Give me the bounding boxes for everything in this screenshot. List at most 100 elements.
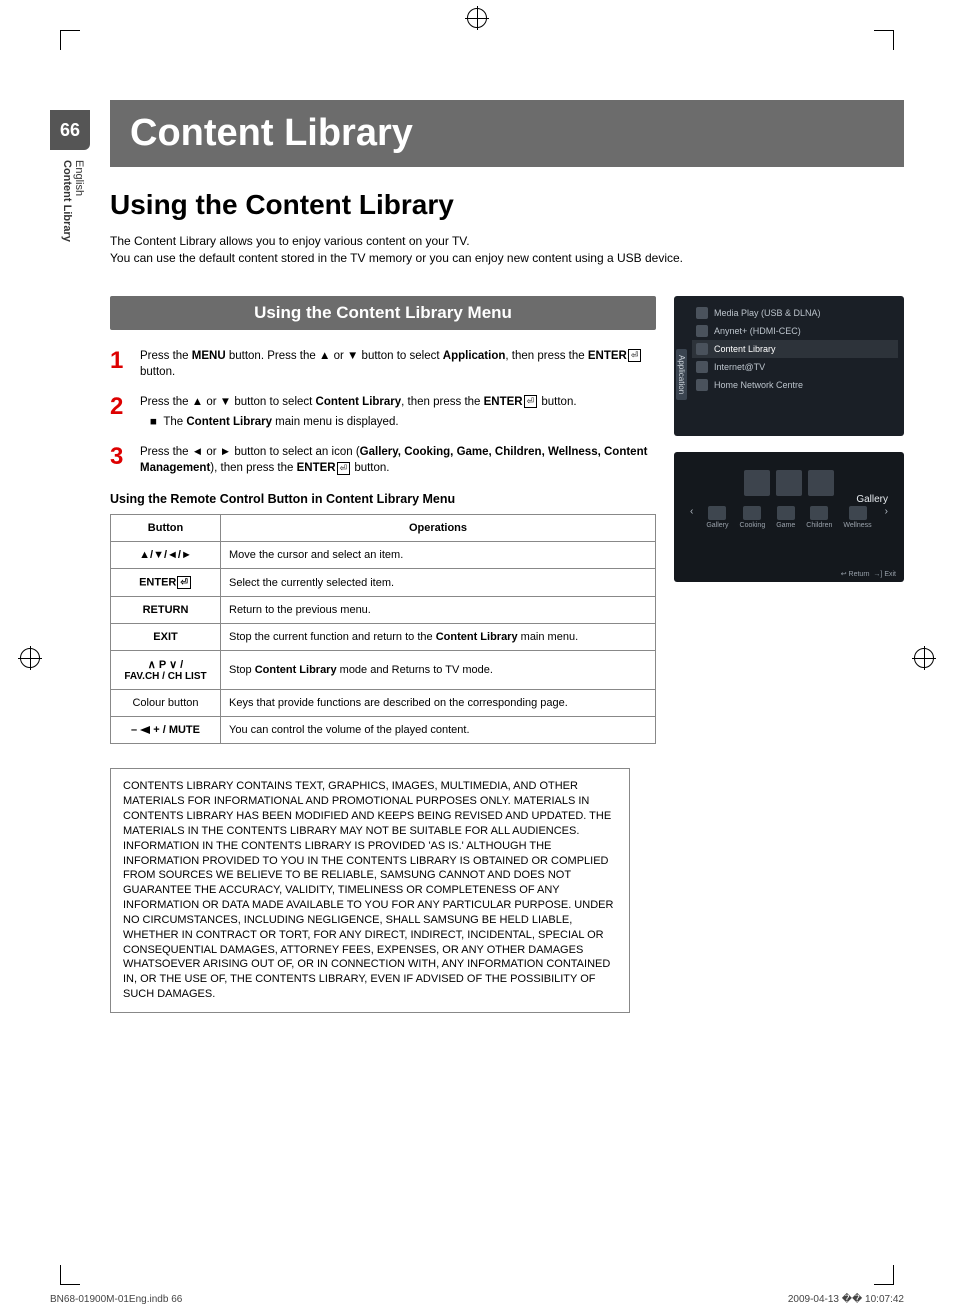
table-button-cell: ∧ P ∨ / FAV.CH / CH LIST [111, 651, 221, 690]
crop-mark-icon [60, 30, 61, 50]
side-section-label: Content Library [61, 160, 73, 242]
enter-icon: ⏎ [337, 462, 351, 475]
table-op-cell: Select the currently selected item. [221, 569, 656, 597]
step-text: button. [140, 366, 175, 378]
osd-menu-item: Home Network Centre [692, 376, 898, 394]
disclaimer-box: CONTENTS LIBRARY CONTAINS TEXT, GRAPHICS… [110, 768, 630, 1013]
mute-label: / MUTE [160, 724, 200, 736]
side-language-label: English [73, 160, 85, 224]
osd-category: Wellness [843, 506, 871, 529]
registration-mark-icon [20, 648, 40, 668]
intro-text: The Content Library allows you to enjoy … [110, 233, 904, 268]
table-op-cell: Keys that provide functions are describe… [221, 690, 656, 717]
osd-thumb [776, 470, 802, 496]
osd-footer: ↩ Return →] Exit [841, 570, 896, 578]
step-body: Press the MENU button. Press the ▲ or ▼ … [140, 344, 656, 380]
crop-mark-icon [60, 1265, 61, 1285]
step-bold: MENU [192, 350, 226, 362]
registration-mark-icon [467, 8, 487, 28]
step-number: 3 [110, 440, 130, 476]
step-text: The [163, 416, 186, 428]
menu-item-icon [696, 307, 708, 319]
category-icon [743, 506, 761, 520]
category-icon [708, 506, 726, 520]
favch-label: FAV.CH / CH LIST [119, 671, 212, 682]
table-op-cell: Stop Content Library mode and Returns to… [221, 651, 656, 690]
controls-table: Button Operations ▲/▼/◄/► Move the curso… [110, 514, 656, 744]
crop-mark-icon [893, 30, 894, 50]
step-number: 2 [110, 390, 130, 430]
step-sub-bullet: ■ The Content Library main menu is displ… [150, 414, 656, 430]
osd-thumb [808, 470, 834, 496]
osd-menu-item: Internet@TV [692, 358, 898, 376]
step-item: 1 Press the MENU button. Press the ▲ or … [110, 344, 656, 380]
step-item: 3 Press the ◄ or ► button to select an i… [110, 440, 656, 476]
chevron-left-icon: ‹ [688, 506, 695, 529]
table-button-cell: ENTER⏎ [111, 569, 221, 597]
section-heading: Using the Content Library [110, 189, 904, 221]
table-row: ENTER⏎ Select the currently selected ite… [111, 569, 656, 597]
table-row: ∧ P ∨ / FAV.CH / CH LIST Stop Content Li… [111, 651, 656, 690]
step-item: 2 Press the ▲ or ▼ button to select Cont… [110, 390, 656, 430]
osd-preview-row [682, 470, 896, 496]
volume-icon [140, 726, 150, 734]
vol-plus-label: + [150, 724, 159, 736]
osd-category: Cooking [740, 506, 766, 529]
osd-menu-item: Media Play (USB & DLNA) [692, 304, 898, 322]
table-header-cell: Button [111, 515, 221, 542]
osd-application-tab: Application [676, 349, 687, 400]
menu-item-icon [696, 379, 708, 391]
step-body: Press the ◄ or ► button to select an ico… [140, 440, 656, 476]
step-bold: ENTER [297, 462, 336, 474]
step-text: button. Press the ▲ or ▼ button to selec… [226, 350, 443, 362]
chapter-title-bar: Content Library [110, 100, 904, 167]
step-text: , then press the [401, 396, 483, 408]
step-bold: Content Library [316, 396, 402, 408]
table-button-cell: Colour button [111, 690, 221, 717]
step-body: Press the ▲ or ▼ button to select Conten… [140, 390, 656, 430]
step-text: , then press the [505, 350, 587, 362]
table-op-cell: Return to the previous menu. [221, 597, 656, 624]
step-bold: Content Library [186, 416, 272, 428]
osd-category: Game [776, 506, 795, 529]
table-button-cell: RETURN [111, 597, 221, 624]
table-row: Colour button Keys that provide function… [111, 690, 656, 717]
step-text: Press the ▲ or ▼ button to select [140, 396, 316, 408]
table-op-cell: You can control the volume of the played… [221, 717, 656, 744]
category-icon [849, 506, 867, 520]
osd-category-row: ‹ Gallery Cooking Game Children Wellness… [682, 502, 896, 529]
osd-gallery-label: Gallery [856, 494, 888, 505]
category-icon [777, 506, 795, 520]
table-op-cell: Move the cursor and select an item. [221, 542, 656, 569]
intro-line: The Content Library allows you to enjoy … [110, 233, 904, 250]
table-op-cell: Stop the current function and return to … [221, 624, 656, 651]
table-button-cell: ▲/▼/◄/► [111, 542, 221, 569]
chevron-right-icon: › [883, 506, 890, 529]
table-row: ▲/▼/◄/► Move the cursor and select an it… [111, 542, 656, 569]
osd-menu-item: Anynet+ (HDMI-CEC) [692, 322, 898, 340]
vol-minus-label: – [131, 724, 140, 736]
table-row: EXIT Stop the current function and retur… [111, 624, 656, 651]
osd-content-library-screenshot: Gallery ‹ Gallery Cooking Game Children … [674, 452, 904, 582]
step-bold: Application [443, 350, 506, 362]
step-text: Press the [140, 350, 192, 362]
crop-mark-icon [60, 30, 80, 31]
table-button-cell: – + / MUTE [111, 717, 221, 744]
crop-mark-icon [874, 30, 894, 31]
table-header-row: Button Operations [111, 515, 656, 542]
step-text: main menu is displayed. [272, 416, 399, 428]
osd-category: Gallery [706, 506, 728, 529]
print-footer: BN68-01900M-01Eng.indb 66 2009-04-13 �� … [50, 1294, 904, 1305]
step-text: Press the ◄ or ► button to select an ico… [140, 446, 360, 458]
step-bold: ENTER [484, 396, 523, 408]
inner-heading-bar: Using the Content Library Menu [110, 296, 656, 330]
footer-right: 2009-04-13 �� 10:07:42 [788, 1294, 904, 1305]
osd-thumb [744, 470, 770, 496]
step-text: button. [351, 462, 389, 474]
step-text: ), then press the [210, 462, 296, 474]
category-icon [810, 506, 828, 520]
enter-icon: ⏎ [628, 349, 642, 362]
osd-category: Children [806, 506, 832, 529]
osd-menu-item-selected: Content Library [692, 340, 898, 358]
page-number-tab: 66 [50, 110, 90, 150]
